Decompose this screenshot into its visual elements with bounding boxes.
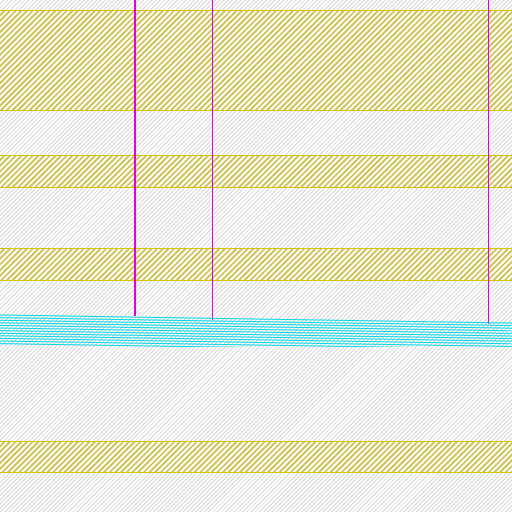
hatched-band-1 xyxy=(0,10,512,111)
magenta-line-1 xyxy=(134,0,136,316)
hatched-band-3 xyxy=(0,248,512,281)
magenta-line-3 xyxy=(488,0,489,324)
cyan-lines-svg xyxy=(0,314,512,347)
hatched-band-2 xyxy=(0,155,512,188)
magenta-line-2 xyxy=(212,0,213,320)
cyan-line-cluster xyxy=(0,313,512,347)
pattern-canvas xyxy=(0,0,512,512)
hatched-band-4 xyxy=(0,441,512,473)
